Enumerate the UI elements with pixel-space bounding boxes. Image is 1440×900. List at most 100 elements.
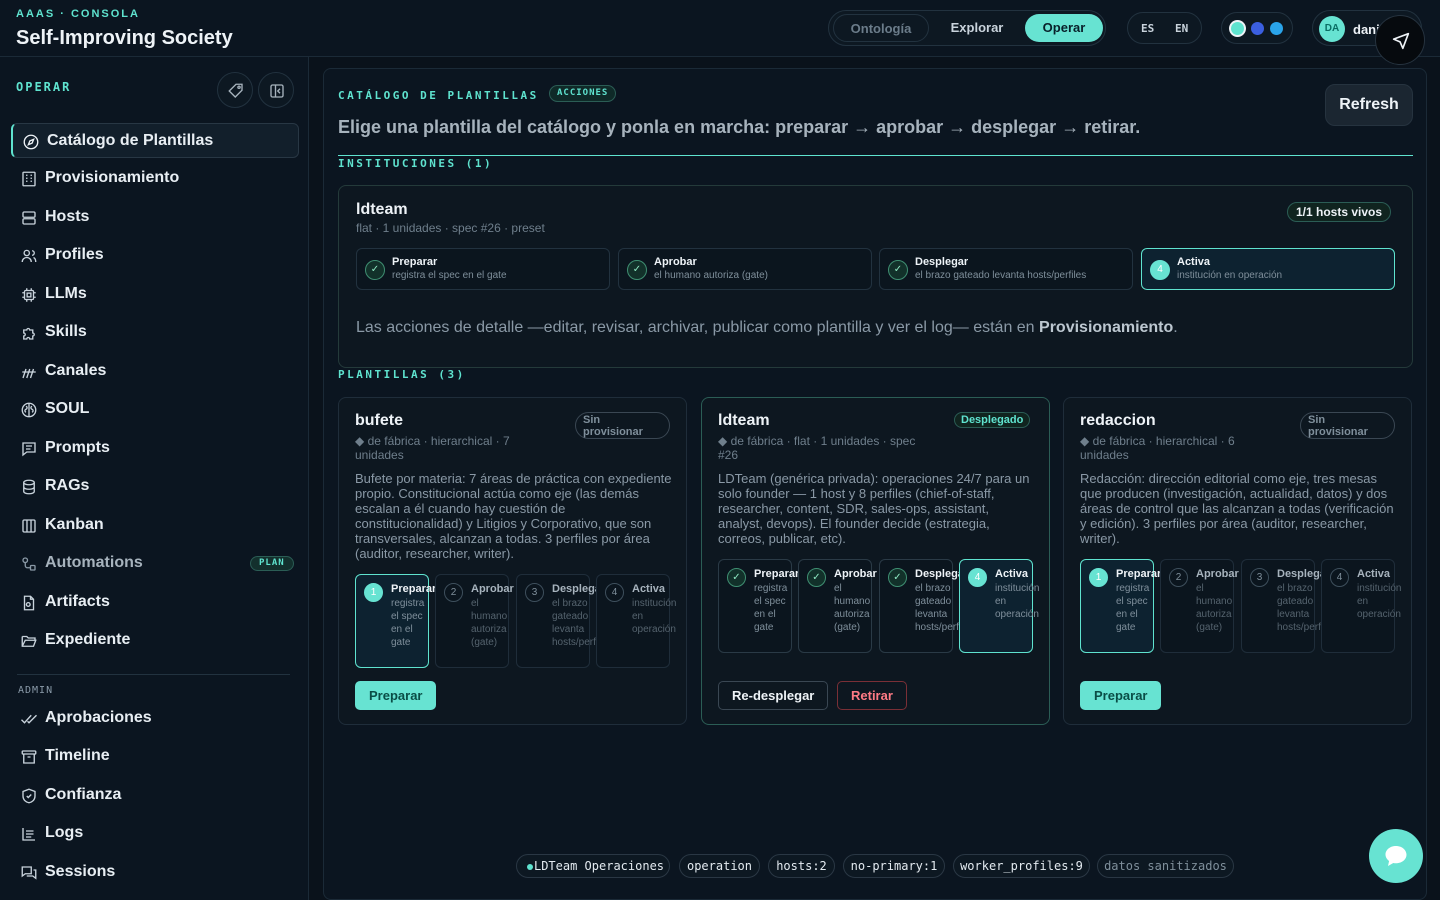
step-desplegar: 3 Desplegar el brazo gateado levanta hos… bbox=[1241, 559, 1336, 653]
note-text: Las acciones de detalle —editar, revisar… bbox=[356, 319, 1040, 336]
institutions-header: INSTITUCIONES (1) bbox=[338, 157, 494, 170]
mode-tab-explorar[interactable]: Explorar bbox=[933, 14, 1021, 42]
sidebar-item-label: Provisionamiento bbox=[45, 169, 180, 186]
sidebar-item-sessions[interactable]: Sessions bbox=[11, 855, 299, 890]
chat-button[interactable] bbox=[1369, 829, 1423, 883]
brand-kicker: AAAS · CONSOLA bbox=[16, 8, 140, 20]
sidebar-item-rags[interactable]: RAGs bbox=[11, 469, 299, 504]
hosts-alive-badge: 1/1 hosts vivos bbox=[1287, 202, 1392, 222]
template-card-ldteam: ldteam ◆ de fábrica · flat · 1 unidades … bbox=[701, 397, 1050, 725]
sidebar-item-label: Confianza bbox=[45, 786, 122, 803]
workflow-icon bbox=[22, 557, 36, 571]
template-desc: Redacción: dirección editorial como eje,… bbox=[1080, 471, 1394, 546]
retire-button[interactable]: Retirar bbox=[837, 681, 907, 710]
sidebar-item-aprobaciones[interactable]: Aprobaciones bbox=[11, 701, 299, 736]
puzzle-icon bbox=[23, 327, 35, 340]
sidebar-item-llms[interactable]: LLMs bbox=[11, 277, 299, 312]
cursor-icon bbox=[1392, 32, 1410, 50]
step-desc: el humano autoriza (gate) bbox=[834, 583, 871, 633]
panel-left-icon bbox=[270, 84, 284, 98]
sidebar-item-confianza[interactable]: Confianza bbox=[11, 778, 299, 813]
step-title: Preparar bbox=[392, 256, 438, 268]
step-title: Aprobar bbox=[654, 256, 697, 268]
theme-dot-teal[interactable] bbox=[1231, 22, 1244, 35]
step-number: 4 bbox=[1150, 260, 1170, 280]
institution-title: ldteam bbox=[356, 201, 408, 218]
sidebar-item-canales[interactable]: Canales bbox=[11, 354, 299, 389]
theme-dot-sky[interactable] bbox=[1270, 22, 1283, 35]
check-check-icon bbox=[21, 714, 37, 724]
sidebar-item-kanban[interactable]: Kanban bbox=[11, 508, 299, 543]
sidebar-item-label: Kanban bbox=[45, 516, 104, 533]
theme-dot-blue[interactable] bbox=[1251, 22, 1264, 35]
sidebar-item-profiles[interactable]: Profiles bbox=[11, 238, 299, 273]
sidebar-item-prompts[interactable]: Prompts bbox=[11, 431, 299, 466]
sidebar-item-soul[interactable]: SOUL bbox=[11, 392, 299, 427]
sidebar-item-label: Profiles bbox=[45, 246, 104, 263]
status-badge: Sin provisionar bbox=[1300, 412, 1395, 439]
messages-icon bbox=[21, 866, 37, 880]
step-title: Preparar bbox=[391, 583, 437, 595]
sidebar-item-skills[interactable]: Skills bbox=[11, 315, 299, 350]
preparar-button[interactable]: Preparar bbox=[1080, 681, 1162, 710]
compass-icon bbox=[23, 134, 39, 150]
mode-tab-operar[interactable]: Operar bbox=[1025, 14, 1103, 42]
step-title: Preparar bbox=[754, 568, 800, 580]
chip-institution[interactable]: LDTeam Operaciones bbox=[516, 854, 670, 878]
sidebar-item-label: Expediente bbox=[45, 631, 131, 648]
collapse-sidebar-button[interactable] bbox=[258, 72, 294, 108]
template-desc: LDTeam (genérica privada): operaciones 2… bbox=[718, 471, 1030, 546]
lifecycle-step-aprobar: ✓ Aprobar el humano autoriza (gate) bbox=[618, 248, 872, 290]
mode-tab-ontologia[interactable]: Ontología bbox=[833, 14, 929, 42]
brain-icon bbox=[21, 402, 37, 418]
check-icon: ✓ bbox=[888, 568, 907, 587]
step-number: 4 bbox=[605, 583, 624, 602]
brand-title: Self-Improving Society bbox=[16, 27, 233, 49]
chip-worker-profiles[interactable]: worker_profiles:9 bbox=[953, 854, 1090, 878]
template-card-redaccion: redaccion ◆ de fábrica · hierarchical · … bbox=[1063, 397, 1412, 725]
tag-button[interactable] bbox=[217, 72, 253, 108]
redeploy-button[interactable]: Re-desplegar bbox=[718, 681, 829, 710]
step-number: 4 bbox=[1330, 568, 1349, 587]
file-cog-icon bbox=[23, 595, 35, 611]
step-desplegar: ✓ Desplegar el brazo gateado levanta hos… bbox=[879, 559, 974, 653]
step-desc: registra el spec en el gate bbox=[754, 583, 788, 633]
step-desc: el brazo gateado levanta hosts/perfiles bbox=[552, 598, 611, 648]
avatar: DA bbox=[1319, 16, 1345, 42]
sidebar-item-label: Sessions bbox=[45, 863, 116, 880]
institution-note: Las acciones de detalle —editar, revisar… bbox=[356, 319, 1178, 337]
chip-no-primary[interactable]: no-primary:1 bbox=[843, 854, 945, 878]
step-title: Aprobar bbox=[1196, 568, 1239, 580]
step-desc: registra el spec en el gate bbox=[392, 270, 507, 281]
step-desc: el brazo gateado levanta hosts/perfiles bbox=[1277, 583, 1336, 633]
sidebar-item-provisionamiento[interactable]: Provisionamiento bbox=[11, 161, 299, 196]
provisionamiento-link[interactable]: Provisionamiento bbox=[1039, 319, 1173, 336]
building-icon bbox=[22, 171, 36, 187]
pointer-tool-button[interactable] bbox=[1375, 15, 1425, 65]
template-meta: ◆ de fábrica · flat · 1 unidades · spec … bbox=[718, 434, 916, 462]
sidebar-item-expediente[interactable]: Expediente bbox=[11, 623, 299, 658]
sidebar-item-label: SOUL bbox=[45, 400, 90, 417]
step-desc: registra el spec en el gate bbox=[1116, 583, 1150, 633]
sidebar-item-timeline[interactable]: Timeline bbox=[11, 739, 299, 774]
sidebar-item-logs[interactable]: Logs bbox=[11, 816, 299, 851]
tag-icon bbox=[228, 83, 243, 98]
step-activa: 4 Activa institución en operación bbox=[596, 574, 676, 668]
refresh-button[interactable]: Refresh bbox=[1325, 84, 1413, 126]
lang-es[interactable]: ES bbox=[1141, 22, 1154, 35]
lang-en[interactable]: EN bbox=[1175, 22, 1188, 35]
sidebar-item-automations[interactable]: Automations PLAN bbox=[11, 546, 299, 581]
templates-header: PLANTILLAS (3) bbox=[338, 368, 466, 381]
chip-operation[interactable]: operation bbox=[679, 854, 760, 878]
sidebar-item-catalogo[interactable]: Catálogo de Plantillas bbox=[11, 123, 299, 158]
sidebar-item-hosts[interactable]: Hosts bbox=[11, 200, 299, 235]
step-number: 3 bbox=[1250, 568, 1269, 587]
step-desc: institución en operación bbox=[995, 583, 1040, 620]
chip-hosts[interactable]: hosts:2 bbox=[768, 854, 835, 878]
sidebar-item-artifacts[interactable]: Artifacts bbox=[11, 585, 299, 620]
sidebar-item-label: Automations bbox=[45, 554, 143, 571]
admin-section-title: ADMIN bbox=[18, 685, 54, 696]
preparar-button[interactable]: Preparar bbox=[355, 681, 437, 710]
template-desc: Bufete por materia: 7 áreas de práctica … bbox=[355, 471, 672, 561]
status-dot bbox=[527, 864, 533, 870]
